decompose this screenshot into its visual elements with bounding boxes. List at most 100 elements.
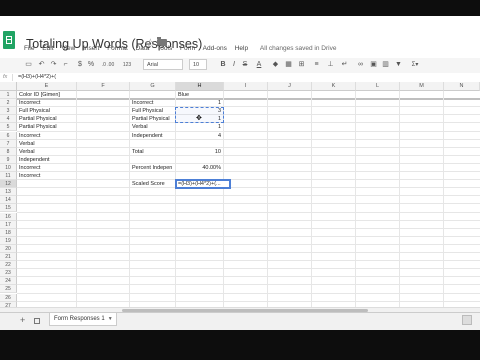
row-header-22[interactable]: 22 — [0, 261, 17, 270]
row-header-21[interactable]: 21 — [0, 253, 17, 262]
insert-link-icon[interactable]: ∞ — [356, 59, 365, 71]
menu-addons[interactable]: Add-ons — [203, 45, 227, 52]
sheet-list-icon[interactable] — [34, 318, 40, 324]
row-header-24[interactable]: 24 — [0, 277, 17, 286]
row-header-12[interactable]: 12 — [0, 180, 17, 189]
row-header-5[interactable]: 5 — [0, 123, 17, 132]
menu-form[interactable]: Form — [180, 45, 195, 52]
column-header-l[interactable]: L — [356, 82, 400, 91]
sheet-tab-form-responses[interactable]: Form Responses 1 ▼ — [49, 313, 117, 326]
insert-comment-icon[interactable]: ▣ — [369, 59, 378, 71]
row-header-3[interactable]: 3 — [0, 107, 17, 116]
merge-cells-icon[interactable]: ⊞ — [297, 59, 306, 71]
decimal-format-button[interactable]: .0 .00 — [97, 59, 119, 71]
cell-g4[interactable]: Partial Physical — [130, 115, 175, 123]
font-select[interactable]: Arial — [143, 59, 183, 70]
cell-g6[interactable]: Independent — [130, 132, 175, 140]
row-header-17[interactable]: 17 — [0, 220, 17, 229]
row-header-9[interactable]: 9 — [0, 155, 17, 164]
cell-g10[interactable]: Percent Indepen — [130, 164, 175, 172]
cell-e5[interactable]: Partial Physical — [17, 123, 76, 131]
wrap-text-icon[interactable]: ↵ — [340, 59, 349, 71]
insert-chart-icon[interactable]: ▥ — [381, 59, 390, 71]
cell-h5[interactable]: 1 — [176, 123, 223, 131]
column-header-f[interactable]: F — [77, 82, 130, 91]
borders-icon[interactable]: ▦ — [284, 59, 293, 71]
cell-e4[interactable]: Partial Physical — [17, 115, 76, 123]
row-header-23[interactable]: 23 — [0, 269, 17, 278]
column-header-h[interactable]: H — [176, 82, 224, 91]
menu-format[interactable]: Format — [107, 45, 128, 52]
cell-e7[interactable]: Verbal — [17, 140, 76, 148]
cell-g2[interactable]: Incorrect — [130, 99, 175, 107]
paint-format-icon[interactable]: ⌐ — [61, 59, 70, 71]
cell-e1[interactable]: Color ID [Gimen] — [17, 91, 76, 99]
cell-g5[interactable]: Verbal — [130, 123, 175, 131]
row-header-13[interactable]: 13 — [0, 188, 17, 197]
row-header-19[interactable]: 19 — [0, 236, 17, 245]
row-header-14[interactable]: 14 — [0, 196, 17, 205]
menu-view[interactable]: View — [61, 45, 75, 52]
row-header-8[interactable]: 8 — [0, 147, 17, 156]
menu-data[interactable]: Data — [136, 45, 150, 52]
align-left-icon[interactable]: ≡ — [312, 59, 321, 71]
row-header-20[interactable]: 20 — [0, 244, 17, 253]
add-sheet-icon[interactable]: + — [20, 315, 25, 325]
row-header-16[interactable]: 16 — [0, 212, 17, 221]
text-color-button[interactable]: A — [255, 59, 263, 71]
column-header-i[interactable]: I — [224, 82, 268, 91]
print-icon[interactable]: ▭ — [24, 59, 33, 71]
cell-g12[interactable]: Scaled Score — [130, 180, 175, 188]
column-header-k[interactable]: K — [312, 82, 356, 91]
bold-button[interactable]: B — [219, 59, 227, 71]
column-header-j[interactable]: J — [268, 82, 312, 91]
sheets-logo-icon[interactable] — [3, 31, 15, 49]
row-header-11[interactable]: 11 — [0, 172, 17, 181]
row-header-25[interactable]: 25 — [0, 285, 17, 294]
column-header-g[interactable]: G — [130, 82, 176, 91]
active-cell-editor[interactable]: =(H3)+(H4*2)+(... — [175, 179, 231, 190]
explore-icon[interactable] — [462, 315, 472, 325]
row-header-1[interactable]: 1 — [0, 91, 17, 100]
undo-icon[interactable]: ↶ — [37, 59, 46, 71]
column-header-e[interactable]: E — [17, 82, 77, 91]
align-vertical-icon[interactable]: ⊥ — [326, 59, 335, 71]
percent-format-button[interactable]: % — [87, 59, 95, 71]
select-all-corner[interactable] — [0, 82, 17, 91]
functions-icon[interactable]: Σ▾ — [409, 59, 421, 71]
row-header-7[interactable]: 7 — [0, 139, 17, 148]
menu-tools[interactable]: Tools — [157, 45, 172, 52]
cell-grid[interactable]: E F G H I J K L M N 1 2 3 4 5 6 7 8 9 10 11 12 13 14 15 16 17 18 19 2… — [0, 82, 480, 307]
row-header-15[interactable]: 15 — [0, 204, 17, 213]
cell-e2[interactable]: Incorrect — [17, 99, 76, 107]
cell-e10[interactable]: Incorrect — [17, 164, 76, 172]
row-header-18[interactable]: 18 — [0, 228, 17, 237]
cell-e8[interactable]: Verbal — [17, 148, 76, 156]
menu-help[interactable]: Help — [235, 45, 248, 52]
chevron-down-icon[interactable]: ▼ — [108, 316, 113, 322]
redo-icon[interactable]: ↷ — [49, 59, 58, 71]
row-header-6[interactable]: 6 — [0, 131, 17, 140]
cell-h2[interactable]: 1 — [176, 99, 223, 107]
cell-g8[interactable]: Total — [130, 148, 175, 156]
save-status[interactable]: All changes saved in Drive — [260, 45, 337, 52]
formula-input[interactable]: =(H3)+(H4*2)+( — [18, 73, 56, 82]
filter-icon[interactable]: ▼ — [394, 59, 403, 71]
cell-h10[interactable]: 40.00% — [176, 164, 223, 172]
menu-edit[interactable]: Edit — [42, 45, 53, 52]
row-header-10[interactable]: 10 — [0, 163, 17, 172]
italic-button[interactable]: I — [230, 59, 238, 71]
font-size-select[interactable]: 10 — [189, 59, 207, 70]
strikethrough-button[interactable]: S — [241, 59, 249, 71]
column-header-n[interactable]: N — [444, 82, 480, 91]
row-header-4[interactable]: 4 — [0, 115, 17, 124]
cell-g3[interactable]: Full Physical — [130, 107, 175, 115]
cell-h1[interactable]: Blue — [176, 91, 223, 99]
menu-file[interactable]: File — [24, 45, 34, 52]
row-header-26[interactable]: 26 — [0, 293, 17, 302]
row-header-2[interactable]: 2 — [0, 99, 17, 108]
more-formats-button[interactable]: 123 — [121, 59, 133, 71]
cell-e3[interactable]: Full Physical — [17, 107, 76, 115]
cell-e11[interactable]: Incorrect — [17, 172, 76, 180]
cell-e9[interactable]: Independent — [17, 156, 76, 164]
